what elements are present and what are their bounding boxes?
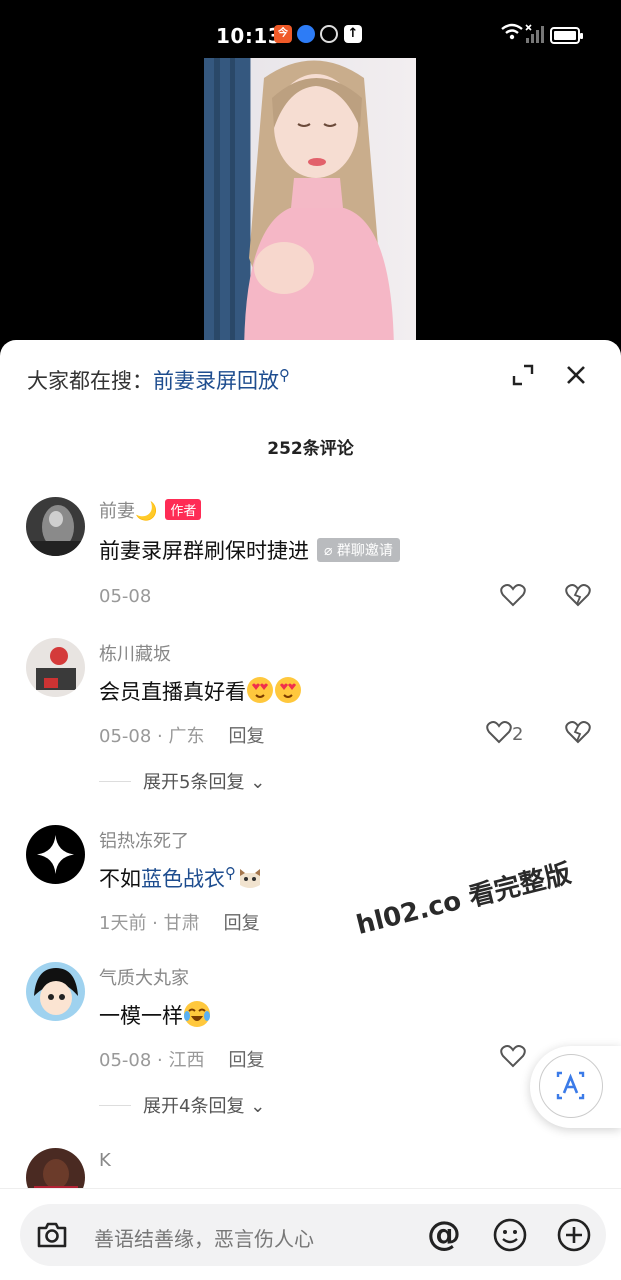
link-icon: ⌀ bbox=[324, 543, 337, 559]
battery-icon bbox=[550, 27, 583, 44]
dislike-icon bbox=[565, 584, 591, 607]
reply-button[interactable]: 回复 bbox=[228, 726, 264, 747]
comment-username[interactable]: 栋川藏坂 bbox=[99, 640, 171, 666]
comment-text-body: 会员直播真好看 bbox=[99, 680, 246, 704]
comment-date: 05-08 bbox=[99, 586, 152, 607]
close-icon[interactable] bbox=[565, 364, 587, 386]
expand-replies-label: 展开5条回复 bbox=[143, 772, 245, 793]
video-thumbnail bbox=[204, 58, 416, 358]
translate-button[interactable] bbox=[530, 1046, 621, 1128]
dislike-button[interactable] bbox=[565, 720, 591, 744]
like-button[interactable] bbox=[500, 583, 526, 608]
comment-meta: 1天前 · 甘肃 回复 bbox=[99, 909, 260, 935]
author-badge: 作者 bbox=[165, 499, 202, 520]
app-notification-icon: 今 bbox=[274, 25, 292, 43]
comment-count: 252条评论 bbox=[267, 439, 354, 459]
group-invite-label: 群聊邀请 bbox=[336, 543, 393, 559]
like-button[interactable]: 2 bbox=[486, 720, 523, 745]
heart-eyes-emoji-icon bbox=[247, 677, 273, 703]
heart-icon bbox=[486, 721, 512, 744]
chevron-down-icon: ⌄ bbox=[250, 772, 266, 793]
divider bbox=[99, 1105, 131, 1106]
expand-replies-button[interactable]: 展开5条回复 ⌄ bbox=[99, 768, 265, 794]
translate-ring bbox=[539, 1054, 603, 1118]
comment-meta: 05-08 · 广东 回复 bbox=[99, 722, 264, 748]
comment-username[interactable]: 气质大丸家 bbox=[99, 964, 189, 990]
comment-meta: 05-08 · 江西 回复 bbox=[99, 1046, 264, 1072]
divider bbox=[99, 781, 131, 782]
comment-text: 会员直播真好看 bbox=[99, 676, 302, 706]
comment-date-location: 05-08 · 江西 bbox=[99, 1050, 205, 1071]
heart-eyes-emoji-icon bbox=[275, 677, 301, 703]
comment-meta: 05-08 bbox=[99, 586, 151, 607]
translate-icon bbox=[556, 1071, 585, 1100]
search-link[interactable]: 蓝色战衣 bbox=[141, 867, 225, 891]
chevron-down-icon: ⌄ bbox=[250, 1096, 266, 1117]
dislike-button[interactable] bbox=[565, 583, 591, 607]
browser-notification-icon bbox=[297, 25, 315, 43]
group-invite-tag[interactable]: ⌀ 群聊邀请 bbox=[317, 538, 400, 562]
comment-username[interactable]: K bbox=[99, 1150, 111, 1171]
comment-input-bar: 善语结善缘，恶言伤人心 @ bbox=[0, 1188, 621, 1280]
expand-replies-button[interactable]: 展开4条回复 ⌄ bbox=[99, 1092, 265, 1118]
reply-button[interactable]: 回复 bbox=[228, 1050, 264, 1071]
status-bar: 10:13 今 ↑ bbox=[0, 0, 621, 58]
cat-emoji-icon bbox=[240, 869, 260, 888]
signal-icon bbox=[525, 24, 544, 43]
search-icon: ⚲ bbox=[225, 864, 236, 882]
comment-text-body: 前妻录屏群刷保时捷进 bbox=[99, 539, 309, 563]
heart-icon bbox=[500, 1045, 526, 1068]
trending-search-query[interactable]: 前妻录屏回放 bbox=[153, 369, 279, 393]
comment-sheet: 大家都在搜：前妻录屏回放⚲ 252条评论 前妻🌙 作者 前妻录屏群刷保时捷进 ⌀ 群… bbox=[0, 340, 621, 1280]
comment-date-location: 05-08 · 广东 bbox=[99, 726, 205, 747]
avatar[interactable] bbox=[26, 638, 85, 697]
comment-text: 前妻录屏群刷保时捷进 ⌀ 群聊邀请 bbox=[99, 535, 400, 565]
video-player[interactable] bbox=[0, 58, 621, 358]
comment-username[interactable]: 前妻🌙 作者 bbox=[99, 497, 202, 523]
hotspot-icon bbox=[320, 25, 338, 43]
like-count: 2 bbox=[512, 724, 524, 745]
comment-text-body: 不如 bbox=[99, 867, 141, 891]
comment-text: 不如蓝色战衣⚲ bbox=[99, 863, 264, 893]
username-text: 前妻🌙 bbox=[99, 501, 158, 522]
tears-of-joy-emoji-icon bbox=[184, 1001, 210, 1027]
avatar[interactable] bbox=[26, 825, 85, 884]
plus-icon[interactable] bbox=[556, 1217, 592, 1253]
trending-search-prefix: 大家都在搜： bbox=[27, 369, 153, 393]
input-placeholder: 善语结善缘，恶言伤人心 bbox=[94, 1227, 314, 1251]
avatar[interactable] bbox=[26, 497, 85, 556]
video-person-image bbox=[204, 58, 394, 358]
watermark: hl02.co 看完整版 bbox=[353, 858, 574, 941]
upload-icon: ↑ bbox=[344, 25, 362, 43]
mention-at-icon[interactable]: @ bbox=[427, 1214, 461, 1254]
comment-username[interactable]: 铝热冻死了 bbox=[99, 827, 189, 853]
trending-search[interactable]: 大家都在搜：前妻录屏回放⚲ bbox=[27, 365, 290, 395]
reply-button[interactable]: 回复 bbox=[224, 913, 260, 934]
comment-text-body: 一模一样 bbox=[99, 1004, 183, 1028]
status-time: 10:13 bbox=[216, 24, 283, 48]
expand-icon[interactable] bbox=[512, 364, 534, 386]
dislike-icon bbox=[565, 721, 591, 744]
wifi-icon bbox=[501, 23, 523, 40]
expand-replies-label: 展开4条回复 bbox=[143, 1096, 245, 1117]
comment-date-location: 1天前 · 甘肃 bbox=[99, 913, 200, 934]
comment-input[interactable]: 善语结善缘，恶言伤人心 @ bbox=[20, 1204, 606, 1266]
avatar[interactable] bbox=[26, 962, 85, 1021]
emoji-icon[interactable] bbox=[492, 1217, 528, 1253]
heart-icon bbox=[500, 584, 526, 607]
comment-text: 一模一样 bbox=[99, 1000, 211, 1030]
camera-icon[interactable] bbox=[34, 1217, 70, 1253]
search-icon: ⚲ bbox=[279, 366, 290, 384]
like-button[interactable] bbox=[500, 1044, 526, 1069]
